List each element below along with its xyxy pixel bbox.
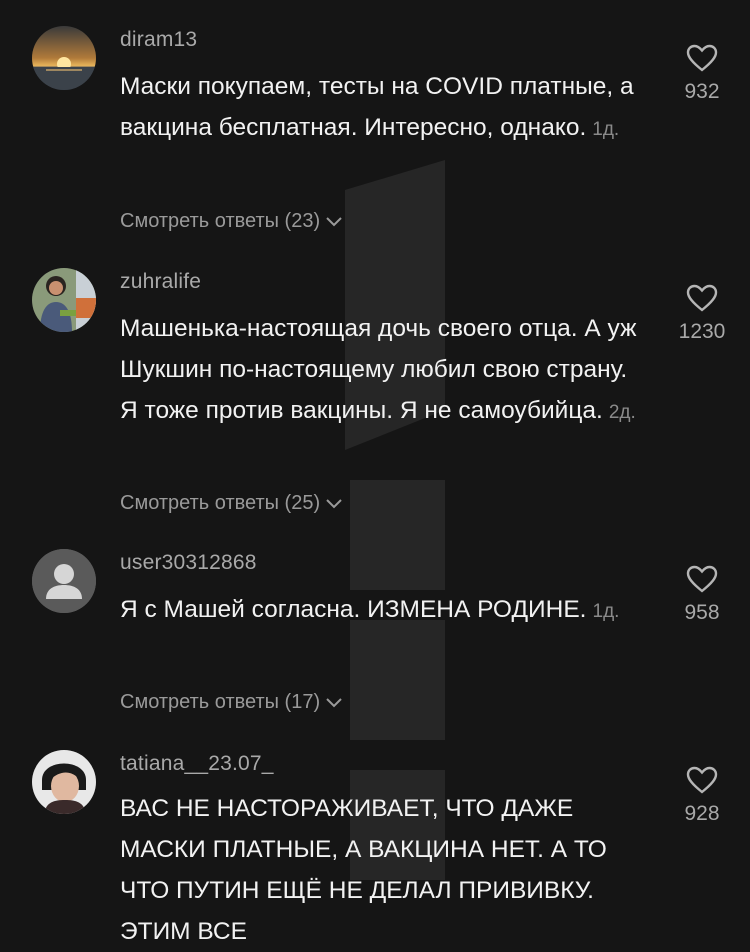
timestamp: 1д. <box>592 601 620 622</box>
person-photo-avatar-icon <box>32 268 96 332</box>
sunset-avatar-icon <box>32 26 96 90</box>
view-replies-button[interactable]: Смотреть ответы (23) <box>120 210 342 233</box>
comment-item: zuhralife Машенька-настоящая дочь своего… <box>0 268 750 518</box>
heart-icon <box>686 44 718 72</box>
comment-text: Я с Машей согласна. ИЗМЕНА РОДИНЕ. 1д. <box>120 589 650 632</box>
timestamp: 1д. <box>592 119 620 140</box>
default-user-avatar-icon <box>32 549 96 613</box>
like-button[interactable]: 932 <box>670 44 734 104</box>
username[interactable]: diram13 <box>120 28 197 52</box>
timestamp: 2д. <box>608 402 636 423</box>
chevron-down-icon <box>326 498 342 508</box>
comment-item: tatiana__23.07_ ВАС НЕ НАСТОРАЖИВАЕТ, ЧТ… <box>0 750 750 952</box>
username[interactable]: user30312868 <box>120 551 257 575</box>
like-count: 928 <box>684 802 720 825</box>
avatar[interactable] <box>32 549 96 613</box>
comment-text: Маски покупаем, тесты на COVID платные, … <box>120 66 650 150</box>
woman-photo-avatar-icon <box>32 750 96 814</box>
avatar[interactable] <box>32 268 96 332</box>
avatar[interactable] <box>32 750 96 814</box>
comment-text: Машенька-настоящая дочь своего отца. А у… <box>120 308 650 433</box>
username[interactable]: zuhralife <box>120 270 201 294</box>
chevron-down-icon <box>326 216 342 226</box>
comment-body: Я с Машей согласна. ИЗМЕНА РОДИНЕ. <box>120 596 587 623</box>
username[interactable]: tatiana__23.07_ <box>120 752 274 776</box>
view-replies-button[interactable]: Смотреть ответы (17) <box>120 691 342 714</box>
like-count: 958 <box>684 601 720 624</box>
comment-item: diram13 Маски покупаем, тесты на COVID п… <box>0 26 750 256</box>
comment-item: user30312868 Я с Машей согласна. ИЗМЕНА … <box>0 549 750 719</box>
view-replies-label: Смотреть ответы (25) <box>120 492 321 514</box>
heart-icon <box>686 766 718 794</box>
comment-text: ВАС НЕ НАСТОРАЖИВАЕТ, ЧТО ДАЖЕ МАСКИ ПЛА… <box>120 788 650 952</box>
avatar[interactable] <box>32 26 96 90</box>
view-replies-label: Смотреть ответы (17) <box>120 691 321 713</box>
view-replies-button[interactable]: Смотреть ответы (25) <box>120 492 342 515</box>
like-button[interactable]: 928 <box>670 766 734 826</box>
heart-icon <box>686 284 718 312</box>
like-count: 932 <box>684 80 720 103</box>
like-button[interactable]: 1230 <box>670 284 734 344</box>
comment-body: ВАС НЕ НАСТОРАЖИВАЕТ, ЧТО ДАЖЕ МАСКИ ПЛА… <box>120 795 607 945</box>
heart-icon <box>686 565 718 593</box>
view-replies-label: Смотреть ответы (23) <box>120 210 321 232</box>
like-count: 1230 <box>678 320 726 343</box>
chevron-down-icon <box>326 697 342 707</box>
comment-body: Машенька-настоящая дочь своего отца. А у… <box>120 315 637 424</box>
comment-body: Маски покупаем, тесты на COVID платные, … <box>120 73 634 141</box>
like-button[interactable]: 958 <box>670 565 734 625</box>
